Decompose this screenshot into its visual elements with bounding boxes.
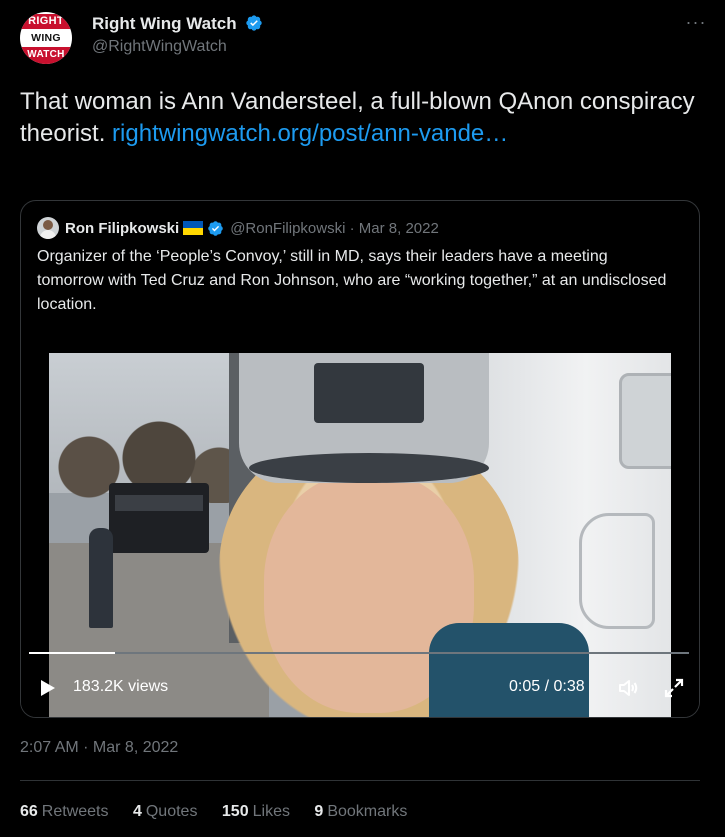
video-controls: 183.2K views 0:05 / 0:38 xyxy=(21,671,699,705)
video-player[interactable]: 183.2K views 0:05 / 0:38 xyxy=(21,353,699,717)
stat-likes[interactable]: 150 Likes xyxy=(222,803,290,821)
play-icon[interactable] xyxy=(39,679,57,697)
author-handle[interactable]: @RightWingWatch xyxy=(92,38,263,56)
video-time: 0:05 / 0:38 xyxy=(509,678,585,695)
quoted-tweet[interactable]: Ron Filipkowski @RonFilipkowski · Mar 8,… xyxy=(20,200,700,718)
author-display-name[interactable]: Right Wing Watch xyxy=(92,14,237,34)
tweet-header: RIGHT WING WATCH Right Wing Watch @Right… xyxy=(20,12,710,68)
video-frame[interactable] xyxy=(49,353,671,717)
stat-bookmarks[interactable]: 9 Bookmarks xyxy=(314,803,407,821)
stat-quotes[interactable]: 4 Quotes xyxy=(133,803,198,821)
quoted-header: Ron Filipkowski @RonFilipkowski · Mar 8,… xyxy=(37,217,439,239)
author-avatar[interactable]: RIGHT WING WATCH xyxy=(20,12,72,64)
quoted-text: Organizer of the ‘People’s Convoy,’ stil… xyxy=(37,248,667,313)
quoted-verified-badge-icon xyxy=(208,220,223,236)
stat-retweets[interactable]: 66 Retweets xyxy=(20,803,109,821)
ukraine-flag-icon xyxy=(183,221,204,235)
quoted-avatar[interactable] xyxy=(37,217,59,239)
tweet-timestamp[interactable]: 2:07 AM · Mar 8, 2022 xyxy=(20,739,178,757)
logo-line-wing: WING xyxy=(31,32,61,44)
tweet-link[interactable]: rightwingwatch.org/post/ann-vande… xyxy=(112,120,508,147)
logo-line-watch: WATCH xyxy=(20,47,72,64)
quoted-handle-date: @RonFilipkowski · Mar 8, 2022 xyxy=(230,219,439,237)
divider xyxy=(20,780,700,781)
quoted-display-name[interactable]: Ron Filipkowski xyxy=(65,220,179,237)
tweet-text: That woman is Ann Vandersteel, a full-bl… xyxy=(20,86,700,150)
logo-line-right: RIGHT xyxy=(20,14,72,29)
engagement-stats: 66 Retweets 4 Quotes 150 Likes 9 Bookmarks xyxy=(20,803,427,821)
video-progress-bar[interactable] xyxy=(29,652,689,654)
more-options-icon[interactable]: ··· xyxy=(682,12,710,33)
volume-icon[interactable] xyxy=(617,677,639,699)
author-name-block: Right Wing Watch @RightWingWatch xyxy=(92,14,263,56)
fullscreen-icon[interactable] xyxy=(663,677,685,699)
video-view-count: 183.2K views xyxy=(73,678,169,695)
video-progress-fill xyxy=(29,652,115,654)
verified-badge-icon xyxy=(246,15,262,31)
